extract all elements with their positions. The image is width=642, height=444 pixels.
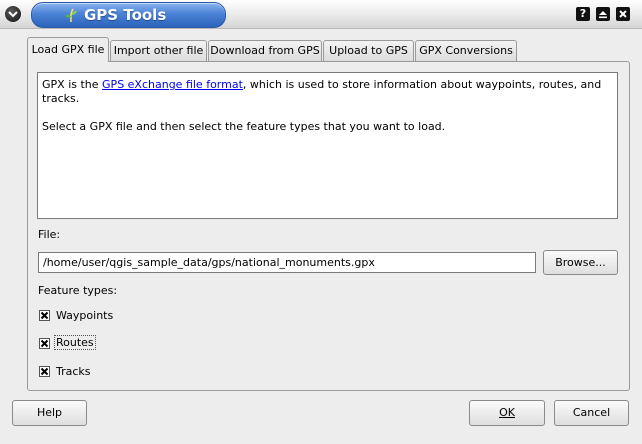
window-title: GPS Tools [84,6,167,24]
feature-types-label: Feature types: [38,284,118,297]
tab-upload-to-gps[interactable]: Upload to GPS [323,40,414,61]
file-label: File: [38,228,61,241]
routes-checkbox[interactable] [39,338,50,349]
tab-gpx-conversions[interactable]: GPX Conversions [415,40,517,61]
waypoints-label[interactable]: Waypoints [56,309,113,322]
shade-icon [599,11,607,19]
title-pill: GPS Tools [31,2,226,28]
tab-download-from-gps[interactable]: Download from GPS [208,40,322,61]
tab-load-gpx-file[interactable]: Load GPX file [27,37,109,62]
cancel-button[interactable]: Cancel [554,400,629,426]
tab-label: Import other file [113,44,204,57]
browse-button[interactable]: Browse... [543,250,618,275]
x-check-icon [40,367,49,376]
title-bar[interactable]: GPS Tools ? [0,0,642,29]
shade-window-button[interactable] [596,7,610,21]
window-menu-button[interactable] [5,6,21,22]
info-line-1: GPX is the GPS eXchange file format, whi… [42,78,613,106]
waypoints-checkbox[interactable] [39,310,50,321]
tab-label: Download from GPS [210,44,320,57]
info-line-2: Select a GPX file and then select the fe… [42,120,446,133]
tab-label: GPX Conversions [419,44,513,57]
info-box: GPX is the GPS eXchange file format, whi… [37,72,618,219]
x-check-icon [40,311,49,320]
ok-button[interactable]: OK [469,400,545,426]
close-window-button[interactable] [616,7,630,21]
tracks-checkbox[interactable] [39,366,50,377]
file-path-input[interactable]: /home/user/qgis_sample_data/gps/national… [38,252,536,273]
tab-import-other-file[interactable]: Import other file [110,40,207,61]
help-button[interactable]: Help [12,400,87,426]
x-check-icon [40,339,49,348]
gps-plant-icon [65,8,77,23]
info-text: GPX is the [42,78,103,91]
chevron-down-icon [8,11,18,18]
routes-label[interactable]: Routes [54,335,96,350]
tab-label: Load GPX file [31,43,105,56]
help-window-button[interactable]: ? [576,7,590,21]
gpx-format-link[interactable]: GPS eXchange file format [102,78,243,91]
tracks-label[interactable]: Tracks [56,365,91,378]
close-icon [619,10,627,18]
question-icon: ? [579,7,587,20]
tab-label: Upload to GPS [329,44,408,57]
